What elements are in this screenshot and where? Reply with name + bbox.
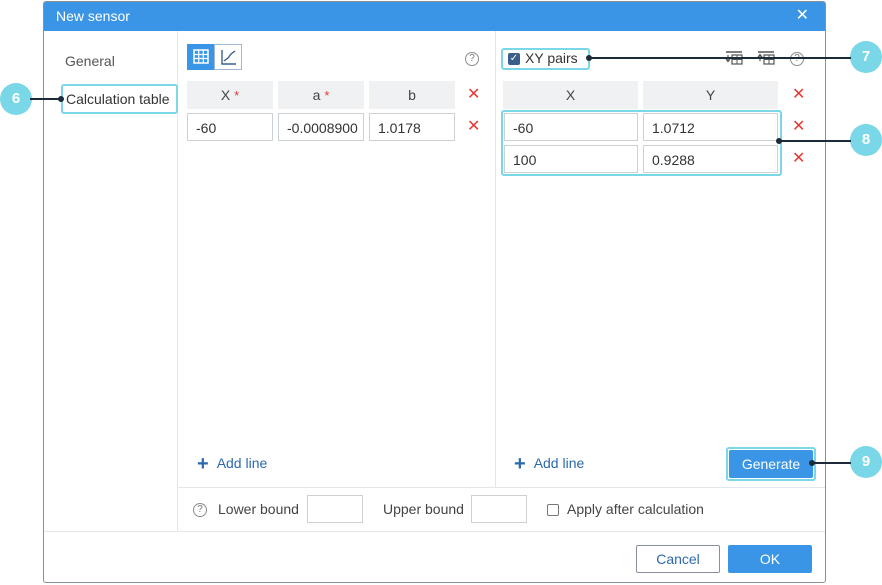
callout-line (589, 57, 851, 59)
generate-button[interactable]: Generate (729, 450, 813, 478)
cell-x-input[interactable]: 100 (504, 145, 638, 173)
dialog-footer: Cancel OK (44, 531, 825, 582)
xy-pairs-label: XY pairs (525, 50, 578, 66)
bounds-row: ? Lower bound Upper bound Apply after ca… (178, 487, 825, 531)
callout-9: 9 (850, 446, 882, 478)
cell-x-input[interactable]: -60 (187, 113, 273, 141)
add-line-button-left[interactable]: + Add line (197, 453, 267, 476)
dialog-title: New sensor (56, 8, 130, 24)
callout-line (779, 140, 851, 142)
cell-y-input[interactable]: 0.9288 (643, 145, 778, 173)
callout-dot (776, 138, 782, 144)
delete-column-icon[interactable]: ✕ (792, 87, 805, 103)
ok-button[interactable]: OK (728, 545, 812, 573)
column-header-x: X (503, 81, 638, 109)
column-header-label: X (220, 87, 231, 103)
callout-6: 6 (0, 83, 32, 115)
column-header-label: a (312, 87, 321, 103)
delete-column-icon[interactable]: ✕ (467, 87, 480, 103)
sidebar: General Calculation table (44, 31, 178, 531)
callout-7: 7 (850, 41, 882, 73)
required-marker: * (234, 88, 240, 103)
column-header-b: b (369, 81, 455, 109)
help-icon[interactable]: ? (193, 503, 207, 517)
cell-y-input[interactable]: 1.0712 (643, 113, 778, 141)
cell-x-input[interactable]: -60 (504, 113, 638, 141)
column-header-label: b (408, 87, 416, 103)
chart-view-button[interactable] (214, 44, 242, 70)
delete-row-icon[interactable]: ✕ (467, 119, 480, 135)
sidebar-item-calculation-table[interactable]: Calculation table (61, 84, 178, 114)
sidebar-item-general[interactable]: General (65, 53, 115, 69)
table-icon (193, 49, 209, 64)
checkbox-checked-icon[interactable]: ✓ (508, 53, 520, 65)
upper-bound-input[interactable] (471, 495, 527, 523)
line-chart-icon (221, 50, 236, 65)
cell-b-input[interactable]: 1.0178 (369, 113, 455, 141)
column-header-x: X * (187, 81, 273, 109)
delete-row-icon[interactable]: ✕ (792, 119, 805, 135)
coefficient-table-panel: ? X * a * b ✕ -60 -0.0008900 1.0178 ✕ + A… (178, 31, 496, 487)
apply-after-calculation-checkbox[interactable] (547, 504, 559, 516)
close-icon[interactable]: ✕ (796, 7, 809, 25)
cell-a-input[interactable]: -0.0008900 (278, 113, 364, 141)
upper-bound-label: Upper bound (383, 501, 464, 517)
lower-bound-input[interactable] (307, 495, 363, 523)
table-view-button[interactable] (187, 44, 215, 70)
column-header-y: Y (643, 81, 778, 109)
callout-line (812, 462, 851, 464)
add-line-label: Add line (533, 455, 585, 471)
required-marker: * (324, 88, 330, 103)
xy-pairs-toggle[interactable]: ✓ XY pairs (501, 48, 590, 70)
delete-row-icon[interactable]: ✕ (792, 151, 805, 167)
add-line-label: Add line (216, 455, 268, 471)
new-sensor-dialog: New sensor ✕ General Calculation table ? (43, 1, 826, 583)
callout-8: 8 (850, 124, 882, 156)
xy-pairs-panel: ✓ XY pairs ? X Y ✕ -60 1.0712 ✕ 100 0.92 (496, 31, 825, 487)
help-icon[interactable]: ? (790, 52, 804, 66)
add-line-button-right[interactable]: + Add line (514, 453, 584, 476)
column-header-a: a * (278, 81, 364, 109)
apply-after-calculation-label: Apply after calculation (567, 501, 704, 517)
cancel-button[interactable]: Cancel (636, 545, 720, 573)
plus-icon: + (197, 453, 209, 475)
dialog-titlebar: New sensor ✕ (44, 2, 825, 31)
help-icon[interactable]: ? (465, 52, 479, 66)
callout-dot (58, 96, 64, 102)
callout-dot (809, 460, 815, 466)
lower-bound-label: Lower bound (218, 501, 299, 517)
callout-dot (586, 55, 592, 61)
callout-line (30, 98, 60, 100)
plus-icon: + (514, 453, 526, 475)
